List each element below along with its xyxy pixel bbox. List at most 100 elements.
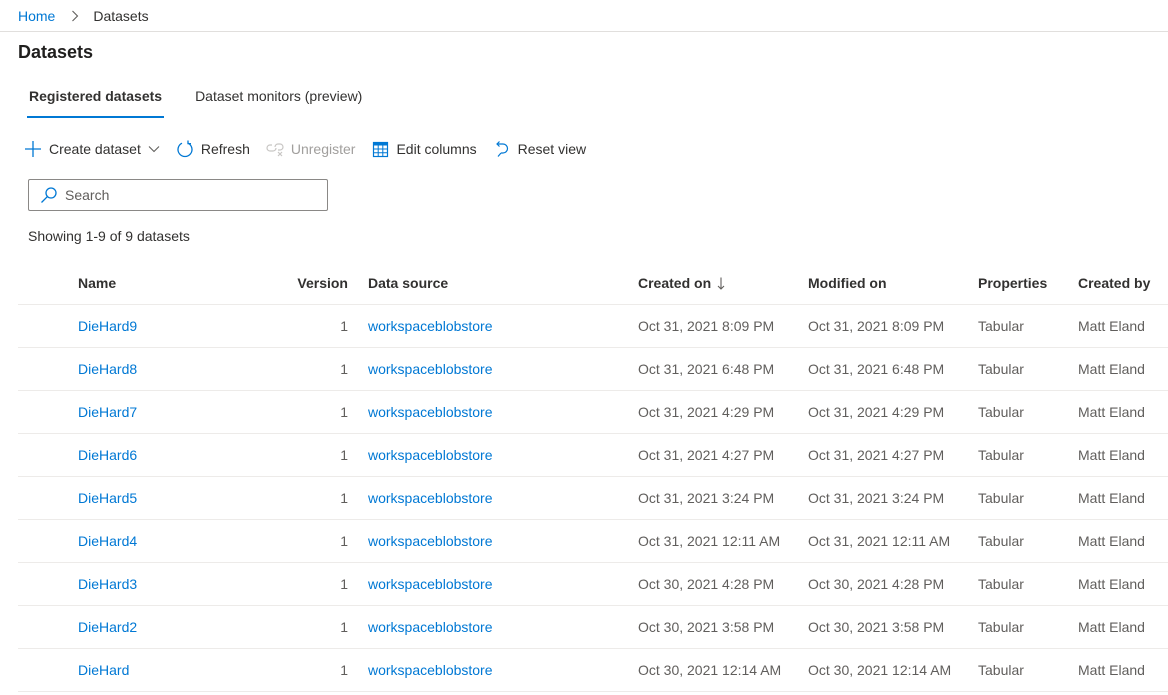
modified-on-value: Oct 30, 2021 3:58 PM xyxy=(808,619,945,635)
modified-on-value: Oct 30, 2021 12:14 AM xyxy=(808,662,952,678)
dataset-name-link[interactable]: DieHard6 xyxy=(78,434,137,476)
created-on-value: Oct 30, 2021 3:58 PM xyxy=(638,619,775,635)
refresh-button[interactable]: Refresh xyxy=(175,137,250,161)
undo-icon xyxy=(492,139,512,159)
chevron-down-icon[interactable] xyxy=(148,145,160,153)
data-source-link[interactable]: workspaceblobstore xyxy=(368,477,493,519)
created-on-value: Oct 31, 2021 3:24 PM xyxy=(638,490,775,506)
created-on-value: Oct 31, 2021 4:29 PM xyxy=(638,404,775,420)
table-row[interactable]: DieHard 1 workspaceblobstore Oct 30, 202… xyxy=(18,649,1168,692)
unlink-icon xyxy=(265,139,285,159)
column-header-properties[interactable]: Properties xyxy=(978,262,1047,304)
table-row[interactable]: DieHard8 1 workspaceblobstore Oct 31, 20… xyxy=(18,348,1168,391)
refresh-label: Refresh xyxy=(200,141,250,157)
result-count: Showing 1-9 of 9 datasets xyxy=(28,228,190,244)
create-dataset-button[interactable]: Create dataset xyxy=(23,137,160,161)
created-by-value: Matt Eland xyxy=(1078,576,1145,592)
table-row[interactable]: DieHard4 1 workspaceblobstore Oct 31, 20… xyxy=(18,520,1168,563)
table-icon xyxy=(370,139,390,159)
datasets-table: Name Version Data source Created on Modi… xyxy=(18,262,1168,692)
unregister-button[interactable]: Unregister xyxy=(265,137,356,161)
search-icon xyxy=(40,186,58,204)
modified-on-value: Oct 31, 2021 6:48 PM xyxy=(808,361,945,377)
dataset-version: 1 xyxy=(340,619,348,635)
created-on-value: Oct 31, 2021 6:48 PM xyxy=(638,361,775,377)
created-by-value: Matt Eland xyxy=(1078,490,1145,506)
breadcrumb-current: Datasets xyxy=(93,8,149,24)
unregister-label: Unregister xyxy=(290,141,356,157)
data-source-link[interactable]: workspaceblobstore xyxy=(368,434,493,476)
dataset-version: 1 xyxy=(340,404,348,420)
reset-view-button[interactable]: Reset view xyxy=(492,137,586,161)
dataset-name-link[interactable]: DieHard3 xyxy=(78,563,137,605)
dataset-version: 1 xyxy=(340,576,348,592)
dataset-name-link[interactable]: DieHard5 xyxy=(78,477,137,519)
dataset-name-link[interactable]: DieHard4 xyxy=(78,520,137,562)
created-by-value: Matt Eland xyxy=(1078,447,1145,463)
dataset-version: 1 xyxy=(340,662,348,678)
refresh-icon xyxy=(175,139,195,159)
created-on-value: Oct 30, 2021 4:28 PM xyxy=(638,576,775,592)
created-by-value: Matt Eland xyxy=(1078,619,1145,635)
data-source-link[interactable]: workspaceblobstore xyxy=(368,606,493,648)
search-input[interactable] xyxy=(65,187,305,203)
dataset-name-link[interactable]: DieHard9 xyxy=(78,305,137,347)
column-header-name[interactable]: Name xyxy=(78,262,116,304)
created-on-value: Oct 31, 2021 8:09 PM xyxy=(638,318,775,334)
search-box[interactable] xyxy=(28,179,328,211)
sort-descending-icon xyxy=(717,277,725,290)
properties-value: Tabular xyxy=(978,404,1024,420)
created-by-value: Matt Eland xyxy=(1078,533,1145,549)
column-header-data-source[interactable]: Data source xyxy=(368,262,448,304)
data-source-link[interactable]: workspaceblobstore xyxy=(368,649,493,691)
edit-columns-button[interactable]: Edit columns xyxy=(370,137,477,161)
table-row[interactable]: DieHard2 1 workspaceblobstore Oct 30, 20… xyxy=(18,606,1168,649)
dataset-version: 1 xyxy=(340,318,348,334)
data-source-link[interactable]: workspaceblobstore xyxy=(368,520,493,562)
modified-on-value: Oct 31, 2021 4:27 PM xyxy=(808,447,945,463)
dataset-version: 1 xyxy=(340,490,348,506)
plus-icon xyxy=(23,139,43,159)
tab-registered-datasets[interactable]: Registered datasets xyxy=(27,84,165,118)
breadcrumb-home-link[interactable]: Home xyxy=(18,8,55,24)
dataset-version: 1 xyxy=(340,447,348,463)
column-header-version[interactable]: Version xyxy=(238,262,348,304)
column-header-created-on[interactable]: Created on xyxy=(638,262,725,304)
create-dataset-label: Create dataset xyxy=(49,141,141,157)
breadcrumb: Home Datasets xyxy=(18,6,149,26)
column-header-modified-on[interactable]: Modified on xyxy=(808,262,887,304)
created-by-value: Matt Eland xyxy=(1078,662,1145,678)
created-by-value: Matt Eland xyxy=(1078,404,1145,420)
table-row[interactable]: DieHard5 1 workspaceblobstore Oct 31, 20… xyxy=(18,477,1168,520)
table-row[interactable]: DieHard6 1 workspaceblobstore Oct 31, 20… xyxy=(18,434,1168,477)
dataset-version: 1 xyxy=(340,533,348,549)
dataset-name-link[interactable]: DieHard8 xyxy=(78,348,137,390)
modified-on-value: Oct 31, 2021 8:09 PM xyxy=(808,318,945,334)
modified-on-value: Oct 31, 2021 12:11 AM xyxy=(808,533,951,549)
properties-value: Tabular xyxy=(978,619,1024,635)
properties-value: Tabular xyxy=(978,490,1024,506)
reset-view-label: Reset view xyxy=(517,141,587,157)
data-source-link[interactable]: workspaceblobstore xyxy=(368,391,493,433)
header-divider xyxy=(0,31,1168,32)
modified-on-value: Oct 30, 2021 4:28 PM xyxy=(808,576,945,592)
created-on-value: Oct 31, 2021 12:11 AM xyxy=(638,533,781,549)
created-on-value: Oct 31, 2021 4:27 PM xyxy=(638,447,775,463)
table-row[interactable]: DieHard7 1 workspaceblobstore Oct 31, 20… xyxy=(18,391,1168,434)
table-body: DieHard9 1 workspaceblobstore Oct 31, 20… xyxy=(18,305,1168,692)
dataset-version: 1 xyxy=(340,361,348,377)
tab-dataset-monitors[interactable]: Dataset monitors (preview) xyxy=(193,84,364,118)
data-source-link[interactable]: workspaceblobstore xyxy=(368,305,493,347)
data-source-link[interactable]: workspaceblobstore xyxy=(368,563,493,605)
dataset-name-link[interactable]: DieHard7 xyxy=(78,391,137,433)
modified-on-value: Oct 31, 2021 4:29 PM xyxy=(808,404,945,420)
command-bar: Create dataset Refresh Unregister Edit c… xyxy=(23,137,601,161)
table-row[interactable]: DieHard3 1 workspaceblobstore Oct 30, 20… xyxy=(18,563,1168,606)
table-row[interactable]: DieHard9 1 workspaceblobstore Oct 31, 20… xyxy=(18,305,1168,348)
dataset-name-link[interactable]: DieHard xyxy=(78,649,129,691)
modified-on-value: Oct 31, 2021 3:24 PM xyxy=(808,490,945,506)
column-header-created-by[interactable]: Created by xyxy=(1078,262,1150,304)
dataset-name-link[interactable]: DieHard2 xyxy=(78,606,137,648)
data-source-link[interactable]: workspaceblobstore xyxy=(368,348,493,390)
edit-columns-label: Edit columns xyxy=(396,141,477,157)
